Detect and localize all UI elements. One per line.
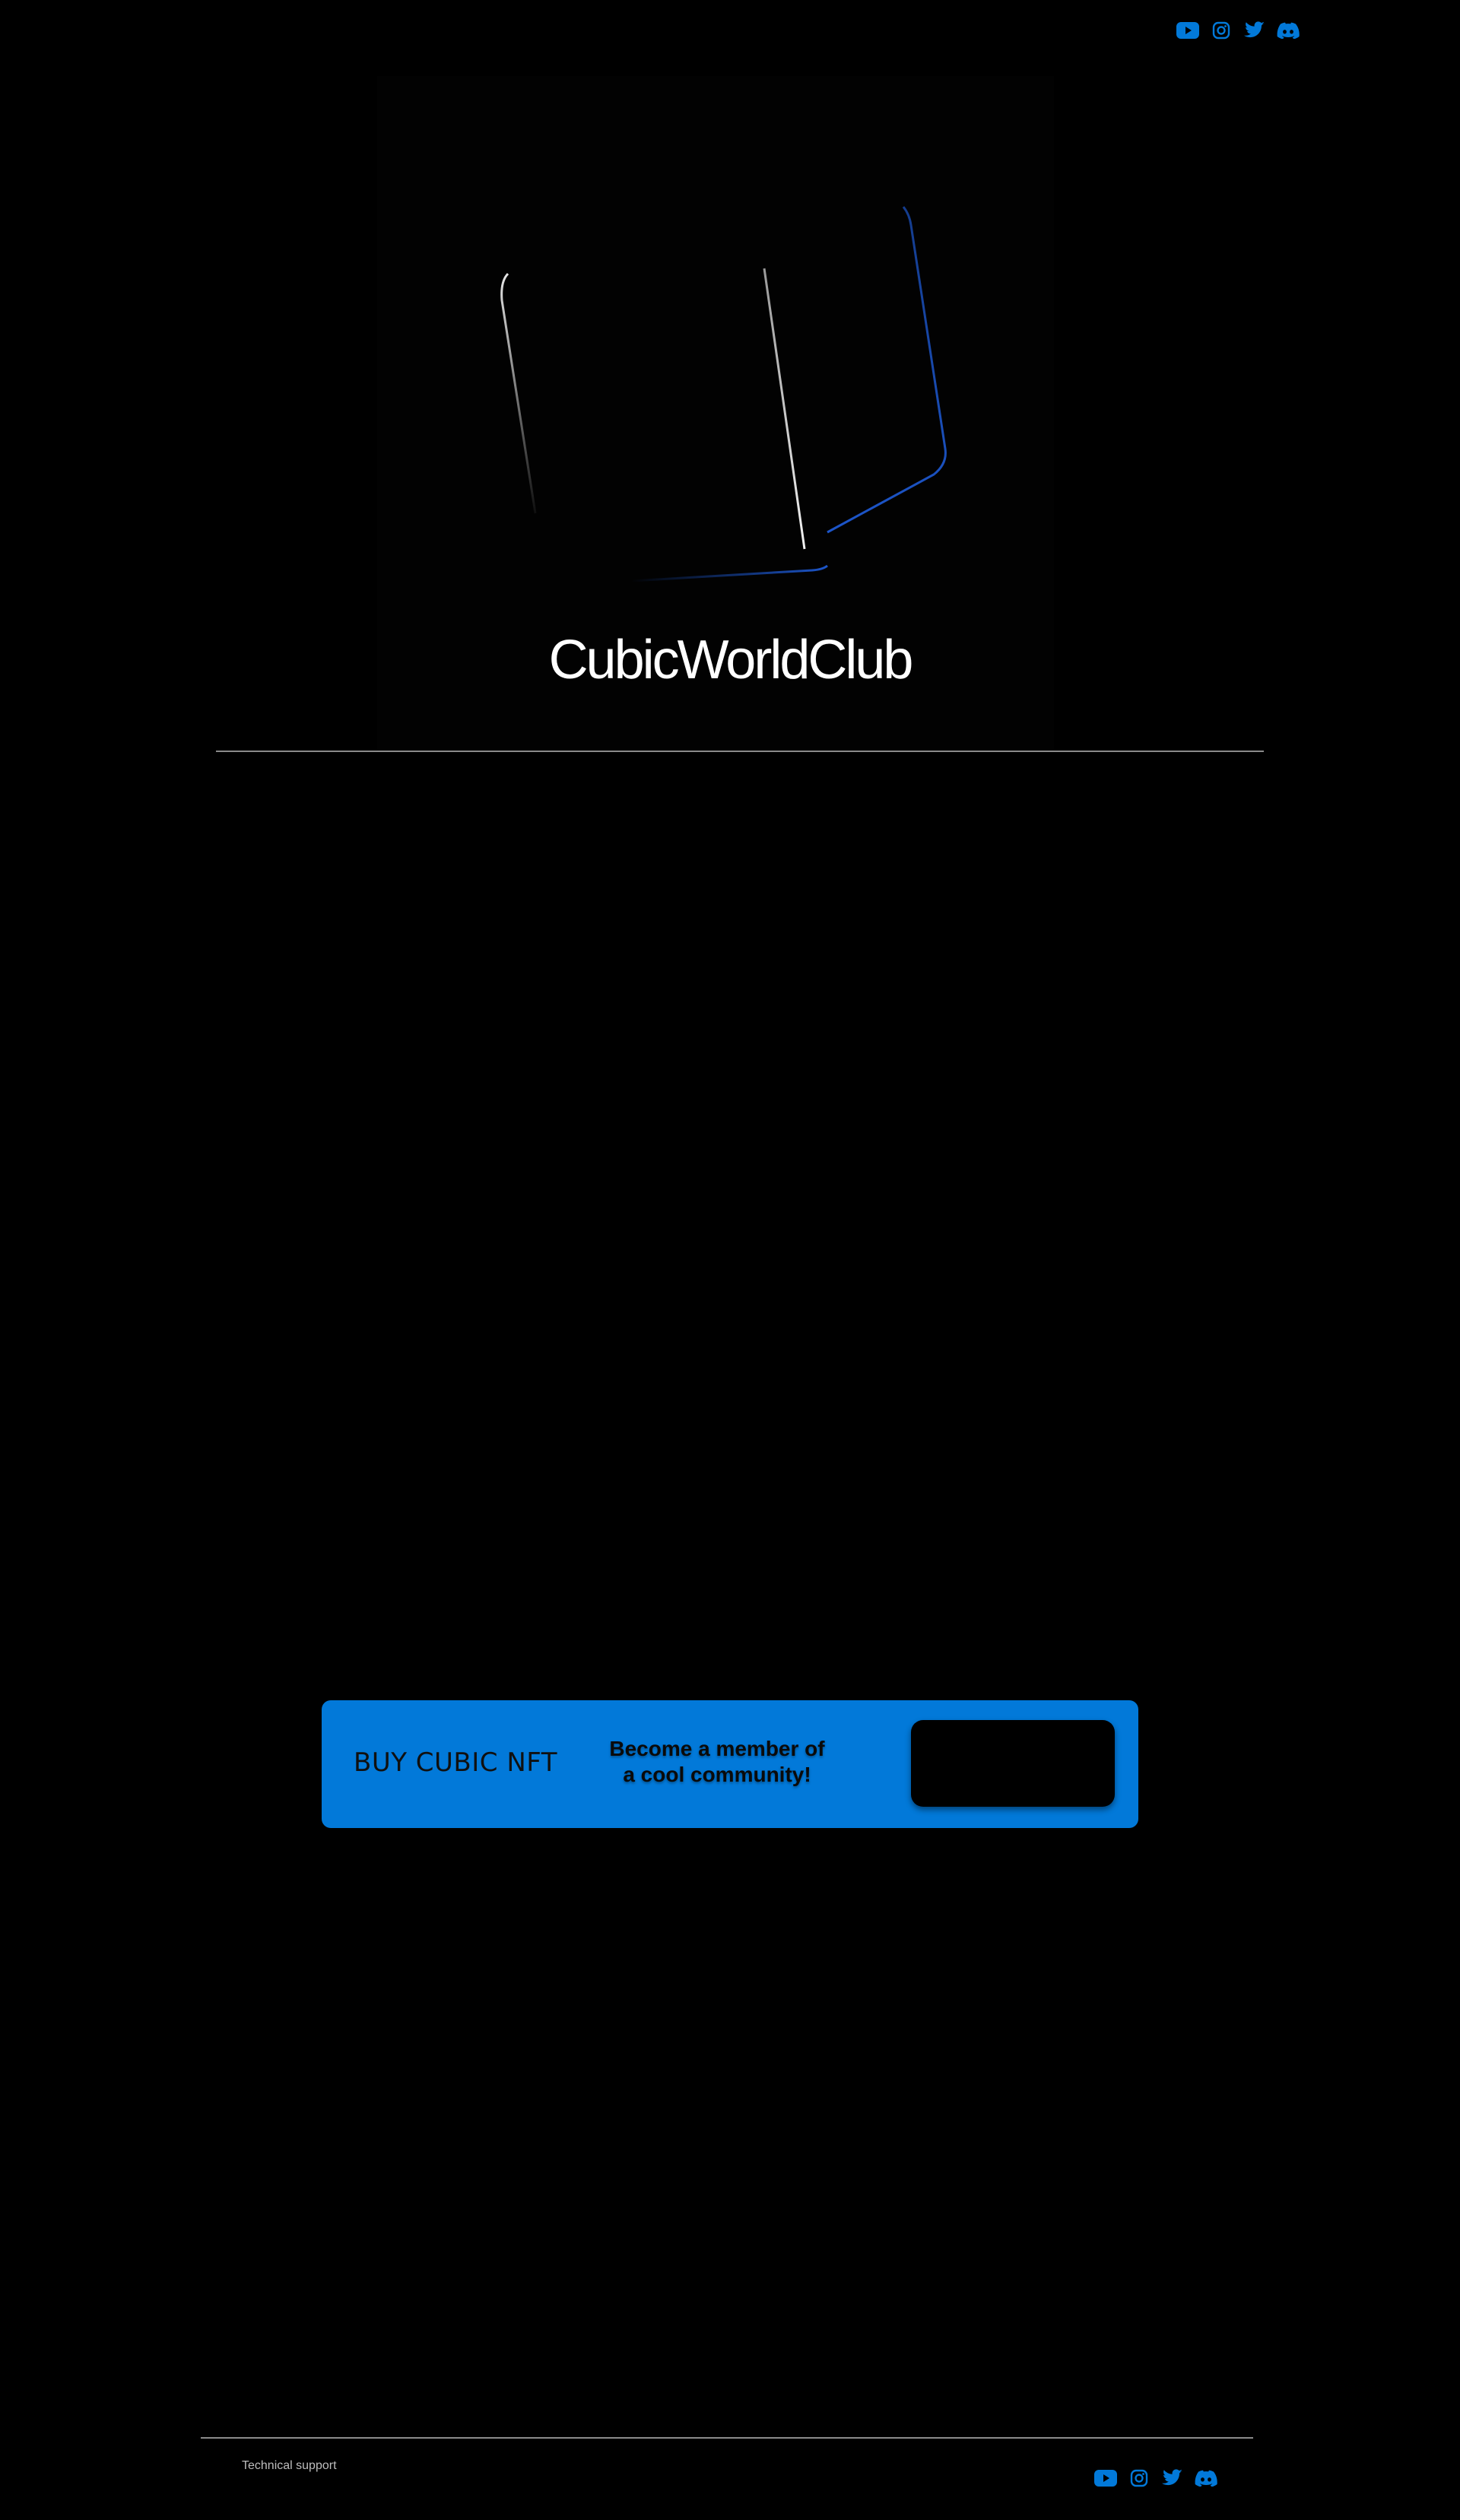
page-title: CubicWorldClub: [548, 630, 914, 690]
cta-subtitle-line1: Become a member of: [609, 1737, 825, 1760]
cta-title: BUY CUBIC NFT: [354, 1747, 557, 1778]
footer-social-links: [1089, 2464, 1223, 2492]
twitter-icon[interactable]: [1156, 2464, 1189, 2492]
instagram-icon[interactable]: [1204, 17, 1238, 44]
youtube-icon[interactable]: [1089, 2464, 1122, 2492]
buy-button[interactable]: [911, 1720, 1115, 1807]
top-divider: [216, 751, 1264, 752]
cta-subtitle: Become a member of a cool community!: [603, 1736, 831, 1788]
instagram-icon[interactable]: [1122, 2464, 1156, 2492]
footer-divider: [201, 2437, 1253, 2439]
cta-subtitle-line2: a cool community!: [623, 1763, 811, 1786]
cube-logo-graphic: [500, 206, 947, 582]
discord-icon[interactable]: [1271, 17, 1305, 44]
twitter-icon[interactable]: [1238, 17, 1271, 44]
discord-icon[interactable]: [1189, 2464, 1223, 2492]
youtube-icon[interactable]: [1171, 17, 1204, 44]
technical-support-link[interactable]: Technical support: [242, 2459, 337, 2473]
buy-nft-banner: BUY CUBIC NFT Become a member of a cool …: [322, 1700, 1138, 1828]
header-social-links: [1171, 17, 1305, 44]
